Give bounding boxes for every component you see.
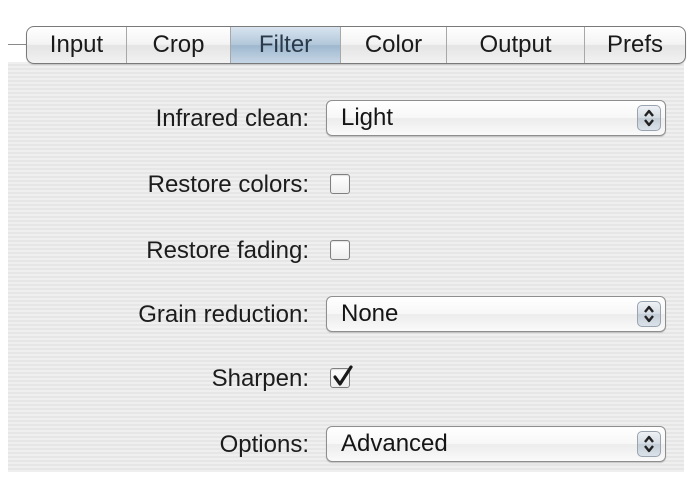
restore-colors-label: Restore colors: [147,171,309,198]
grain-reduction-value: None [341,300,399,327]
restore-fading-label: Restore fading: [146,237,309,264]
up-down-chevron-icon [637,105,661,131]
sharpen-row: Sharpen: [0,360,691,398]
options-label: Options: [219,431,309,458]
options-popup[interactable]: Advanced [326,426,666,462]
restore-colors-checkbox[interactable] [330,174,350,194]
infrared-clean-row: Infrared clean: Light [0,100,691,138]
tab-input[interactable]: Input [27,27,127,63]
infrared-clean-popup[interactable]: Light [326,100,666,136]
grain-reduction-popup[interactable]: None [326,296,666,332]
restore-fading-row: Restore fading: [0,232,691,270]
sharpen-label: Sharpen: [211,365,309,392]
up-down-chevron-icon [637,431,661,457]
infrared-clean-value: Light [341,104,394,131]
tab-bar: Input Crop Filter Color Output Prefs [26,26,686,64]
grain-reduction-label: Grain reduction: [138,301,309,328]
infrared-clean-label: Infrared clean: [155,105,309,132]
sharpen-checkbox[interactable] [330,365,353,388]
checkmark-icon [333,365,353,386]
grain-reduction-row: Grain reduction: None [0,296,691,334]
restore-colors-row: Restore colors: [0,166,691,204]
tab-output[interactable]: Output [447,27,585,63]
options-value: Advanced [341,430,448,457]
tab-filter[interactable]: Filter [231,27,341,63]
tab-crop[interactable]: Crop [127,27,231,63]
restore-fading-checkbox[interactable] [330,240,350,260]
up-down-chevron-icon [637,301,661,327]
tab-prefs[interactable]: Prefs [585,27,685,63]
options-row: Options: Advanced [0,426,691,464]
tab-color[interactable]: Color [341,27,447,63]
